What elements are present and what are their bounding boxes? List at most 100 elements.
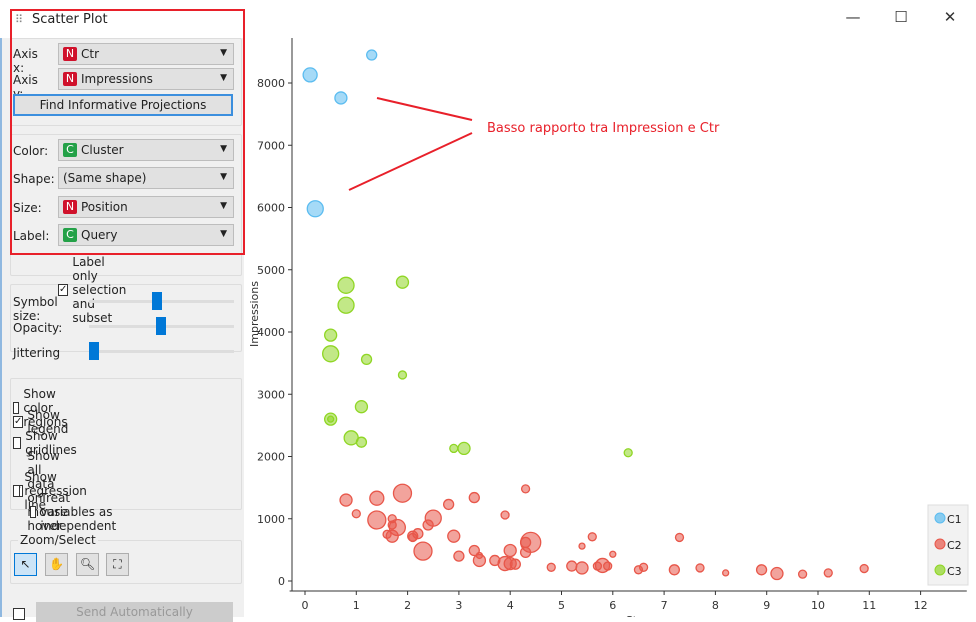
x-tick-label: 6 [609, 599, 616, 612]
x-tick-label: 9 [763, 599, 770, 612]
data-point-c3 [623, 448, 633, 458]
data-point-c2 [472, 553, 487, 568]
data-point-c2 [587, 532, 597, 542]
send-button[interactable]: Send Automatically [36, 602, 233, 622]
data-point-c2 [503, 543, 517, 558]
data-point-c2 [575, 561, 589, 575]
legend-marker-c2 [934, 538, 946, 550]
data-point-c2 [695, 563, 705, 573]
data-point-c2 [609, 550, 617, 558]
data-point-c2 [674, 532, 685, 543]
opacity-slider[interactable] [89, 317, 234, 335]
data-point-c2 [339, 493, 353, 507]
checkbox-checked-icon: ✓ [58, 284, 69, 296]
data-point-c2 [392, 483, 413, 503]
data-point-c3 [354, 400, 369, 414]
close-button[interactable]: ✕ [935, 8, 965, 30]
data-point-c2 [500, 510, 510, 520]
x-tick-label: 8 [712, 599, 719, 612]
data-point-c2 [468, 491, 480, 504]
data-point-c2 [546, 562, 556, 572]
y-tick-label: 2000 [257, 451, 285, 464]
y-tick-label: 1000 [257, 513, 285, 526]
zoom-select-title: Zoom/Select [18, 533, 98, 547]
select-pointer-tool[interactable]: ↖ [14, 553, 37, 576]
data-point-c2 [369, 490, 385, 506]
legend-label: C1 [947, 513, 962, 526]
data-point-c2 [367, 510, 387, 530]
data-point-c2 [722, 569, 730, 577]
data-point-c3 [327, 415, 335, 423]
y-tick-label: 3000 [257, 388, 285, 401]
scatter-plot[interactable]: 0 1 2 3 4 5 6 7 8 9 10 11 12010002000300040005000600… [245, 38, 976, 617]
data-point-c2 [453, 550, 465, 562]
send-automatically-checkbox[interactable] [13, 608, 25, 620]
jittering-slider[interactable] [89, 342, 234, 360]
data-point-c2 [638, 562, 649, 572]
data-point-c3 [457, 441, 471, 456]
slider-handle[interactable] [89, 342, 99, 360]
x-tick-label: 0 [302, 599, 309, 612]
y-tick-label: 6000 [257, 202, 285, 215]
data-point-c3 [360, 353, 373, 366]
data-point-c3 [324, 328, 338, 342]
checkbox-icon [30, 506, 37, 518]
symbol-size-slider[interactable] [89, 292, 234, 310]
jittering-label: Jittering [13, 346, 61, 360]
data-point-c2 [578, 542, 586, 550]
data-point-c2 [770, 566, 784, 581]
data-point-c2 [520, 531, 542, 554]
x-tick-label: 12 [914, 599, 928, 612]
zoom-magnifier-tool[interactable]: 🔍︎ [76, 553, 99, 576]
y-tick-label: 4000 [257, 326, 285, 339]
data-point-c2 [859, 563, 869, 574]
x-tick-label: 7 [661, 599, 668, 612]
slider-handle[interactable] [152, 292, 162, 310]
reset-zoom-tool[interactable]: ⛶ [106, 553, 129, 576]
treat-variables-independent-checkbox[interactable]: Treat variables as independent [30, 491, 122, 533]
annotation-arrow [348, 132, 473, 191]
y-axis-label: Impressions [248, 281, 261, 347]
pan-hand-tool[interactable]: ✋ [45, 553, 68, 576]
opacity-label: Opacity: [13, 321, 63, 335]
data-point-c2 [603, 561, 613, 571]
data-point-c3 [337, 296, 355, 314]
checkbox-icon [13, 608, 25, 620]
x-tick-label: 5 [558, 599, 565, 612]
data-point-c1 [302, 67, 318, 83]
data-point-c2 [509, 558, 521, 570]
symbol-size-label: Symbol size: [13, 295, 58, 323]
data-point-c2 [442, 498, 455, 511]
x-tick-label: 3 [455, 599, 462, 612]
legend-label: C3 [947, 565, 962, 578]
checkbox-label: Label only selection and subset [72, 255, 127, 325]
maximize-button[interactable]: ☐ [886, 8, 916, 30]
data-point-c2 [520, 484, 531, 494]
y-tick-label: 8000 [257, 77, 285, 90]
y-tick-label: 5000 [257, 264, 285, 277]
data-point-c2 [668, 564, 681, 576]
data-point-c1 [306, 200, 324, 218]
data-point-c3 [355, 436, 368, 448]
checkbox-icon [13, 437, 22, 449]
minimize-button[interactable]: — [838, 8, 868, 30]
legend-label: C2 [947, 539, 962, 552]
checkbox-icon [13, 485, 21, 497]
checkbox-label: Treat variables as independent [40, 491, 117, 533]
x-tick-label: 11 [862, 599, 876, 612]
data-point-c2 [351, 509, 361, 519]
label-only-selection-checkbox[interactable]: ✓ Label only selection and subset [58, 255, 128, 325]
x-tick-label: 4 [507, 599, 514, 612]
legend-marker-c3 [934, 564, 946, 576]
data-point-c2 [447, 529, 461, 543]
data-point-c3 [395, 275, 410, 289]
x-tick-label: 2 [404, 599, 411, 612]
x-tick-label: 1 [353, 599, 360, 612]
slider-handle[interactable] [156, 317, 166, 335]
legend-marker-c1 [934, 512, 946, 524]
data-point-c2 [412, 528, 424, 540]
data-point-c1 [334, 91, 348, 105]
data-point-c2 [797, 569, 808, 579]
data-point-c2 [823, 568, 833, 578]
checkbox-checked-icon: ✓ [13, 416, 24, 428]
